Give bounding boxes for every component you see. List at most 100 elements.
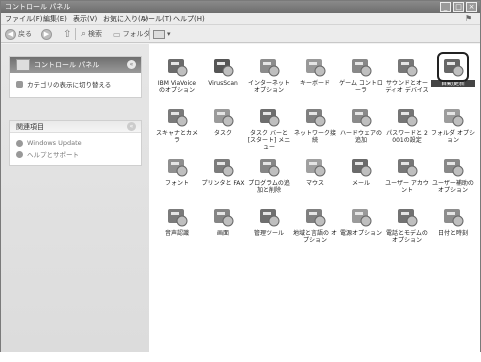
item-label: キーボード [299,80,330,87]
control-panel-item[interactable]: 画面 [201,206,245,237]
item-label: パスワードと 2001の設定 [386,130,428,144]
power-icon [349,206,373,228]
search-button[interactable]: ⌕ 検索 [81,28,102,40]
menu-view[interactable]: 表示(V) [73,14,97,24]
menu-help[interactable]: ヘルプ(H) [173,14,205,24]
item-label: プログラムの追加と削除 [248,180,290,194]
menu-tools[interactable]: ツール(T) [141,14,172,24]
control-panel-item[interactable]: パスワードと 2001の設定 [385,106,429,144]
windows-update-icon [16,139,23,147]
section-title: 関連項目 [16,122,44,131]
control-panel-item[interactable]: フォント [155,156,199,187]
control-panel-item[interactable]: ユーザー アカウント [385,156,429,194]
menu-edit[interactable]: 編集(E) [43,14,67,24]
item-label: インターネット オプション [247,80,290,94]
control-panel-item[interactable]: 日付と時刻 [431,206,475,237]
date-time-icon [441,206,465,228]
item-label: スキャナとカメラ [155,130,198,144]
forward-arrow-icon: ▶ [41,28,52,40]
up-folder-button[interactable]: ⇧ [63,28,71,40]
maximize-button[interactable]: □ [453,2,464,12]
back-button[interactable]: ◀ 戻る [5,28,32,40]
password-icon [395,106,419,128]
mouse-icon [303,156,327,178]
switch-category-view-link[interactable]: カテゴリの表示に切り替える [16,79,135,89]
viavoice-icon [165,56,189,78]
back-arrow-icon: ◀ [5,28,16,40]
minimize-button[interactable]: _ [440,2,451,12]
regional-icon [303,206,327,228]
control-panel-section: コントロール パネル « カテゴリの表示に切り替える [9,56,142,98]
item-label: 電源オプション [339,230,382,237]
control-panel-item[interactable]: 電源オプション [339,206,383,237]
link-label: Windows Update [27,139,82,147]
toolbar: ◀ 戻る ▶ ⇧ ⌕ 検索 ▭ フォルダ ▾ [1,25,480,43]
title-bar: コントロール パネル _ □ × [1,1,480,13]
page-bottom-margin [0,352,481,362]
folders-button[interactable]: ▭ フォルダ [113,28,151,40]
control-panel-item[interactable]: フォルダ オプション [431,106,475,144]
section-header[interactable]: 関連項目 « [10,121,141,133]
menu-bar: ファイル(F) 編集(E) 表示(V) お気に入り(A) ツール(T) ヘルプ(… [1,13,480,25]
section-title: コントロール パネル [34,61,100,69]
control-panel-item[interactable]: ネットワーク接続 [293,106,337,144]
control-panel-item[interactable]: プリンタと FAX [201,156,245,187]
icon-view: IBM ViaVoice のオプション VirusScan インターネット オプショ… [149,44,480,352]
control-panel-item[interactable]: ハードウェアの追加 [339,106,383,144]
scanner-camera-icon [165,106,189,128]
collapse-chevron-icon[interactable]: « [127,60,136,69]
up-folder-icon: ⇧ [63,28,72,40]
control-panel-item[interactable]: 自動更新 [431,52,475,87]
control-panel-item[interactable]: 管理ツール [247,206,291,237]
item-label: 管理ツール [253,230,284,237]
control-panel-window: コントロール パネル _ □ × ファイル(F) 編集(E) 表示(V) お気に… [0,0,481,352]
control-panel-item[interactable]: ユーザー補助の オプション [431,156,475,194]
close-button[interactable]: × [466,2,477,12]
item-label: ネットワーク接続 [293,130,336,144]
collapse-chevron-icon[interactable]: « [127,122,136,131]
game-controller-icon [349,56,373,78]
folders-icon: ▭ [113,29,121,39]
item-label: ゲーム コントローラ [339,80,383,94]
control-panel-item[interactable]: メール [339,156,383,187]
control-panel-item[interactable]: タスク [201,106,245,137]
item-label: プリンタと FAX [201,180,245,187]
control-panel-item[interactable]: VirusScan [201,56,245,87]
control-panel-item[interactable]: マウス [293,156,337,187]
virusscan-icon [211,56,235,78]
item-label: ユーザー アカウント [385,180,429,194]
views-button[interactable]: ▾ [153,28,171,40]
speech-icon [165,206,189,228]
toolbar-separator [149,28,150,40]
link-label: ヘルプとサポート [27,151,79,159]
control-panel-item[interactable]: ゲーム コントローラ [339,56,383,94]
item-label: 地域と言語の オプション [293,230,337,244]
control-panel-item[interactable]: 地域と言語の オプション [293,206,337,244]
section-header[interactable]: コントロール パネル « [10,57,141,73]
control-panel-item[interactable]: タスク バーと [スタート] メニュー [247,106,291,151]
control-panel-item[interactable]: サウンドとオーディオ デバイス [385,56,429,94]
forward-button[interactable]: ▶ [41,28,52,40]
control-panel-item[interactable]: キーボード [293,56,337,87]
link-label: カテゴリの表示に切り替える [27,81,112,89]
control-panel-item[interactable]: 音声認識 [155,206,199,237]
help-icon [16,150,23,158]
item-label: サウンドとオーディオ デバイス [385,80,429,94]
windows-update-link[interactable]: Windows Update [16,139,135,147]
control-panel-item[interactable]: スキャナとカメラ [155,106,199,144]
add-hardware-icon [349,106,373,128]
item-label: マウス [305,180,324,187]
control-panel-item[interactable]: プログラムの追加と削除 [247,156,291,194]
help-support-link[interactable]: ヘルプとサポート [16,149,135,159]
window-title: コントロール パネル [5,3,71,11]
folders-label: フォルダ [122,30,151,38]
control-panel-item[interactable]: IBM ViaVoice のオプション [155,56,199,94]
item-label: 自動更新 [431,80,475,87]
control-panel-item[interactable]: インターネット オプション [247,56,291,94]
search-icon: ⌕ [81,29,87,39]
item-label: タスク バーと [スタート] メニュー [247,130,291,151]
control-panel-item[interactable]: 電話とモデムの オプション [385,206,429,244]
menu-file[interactable]: ファイル(F) [5,14,43,24]
folder-options-icon [441,106,465,128]
taskbar-icon [257,106,281,128]
